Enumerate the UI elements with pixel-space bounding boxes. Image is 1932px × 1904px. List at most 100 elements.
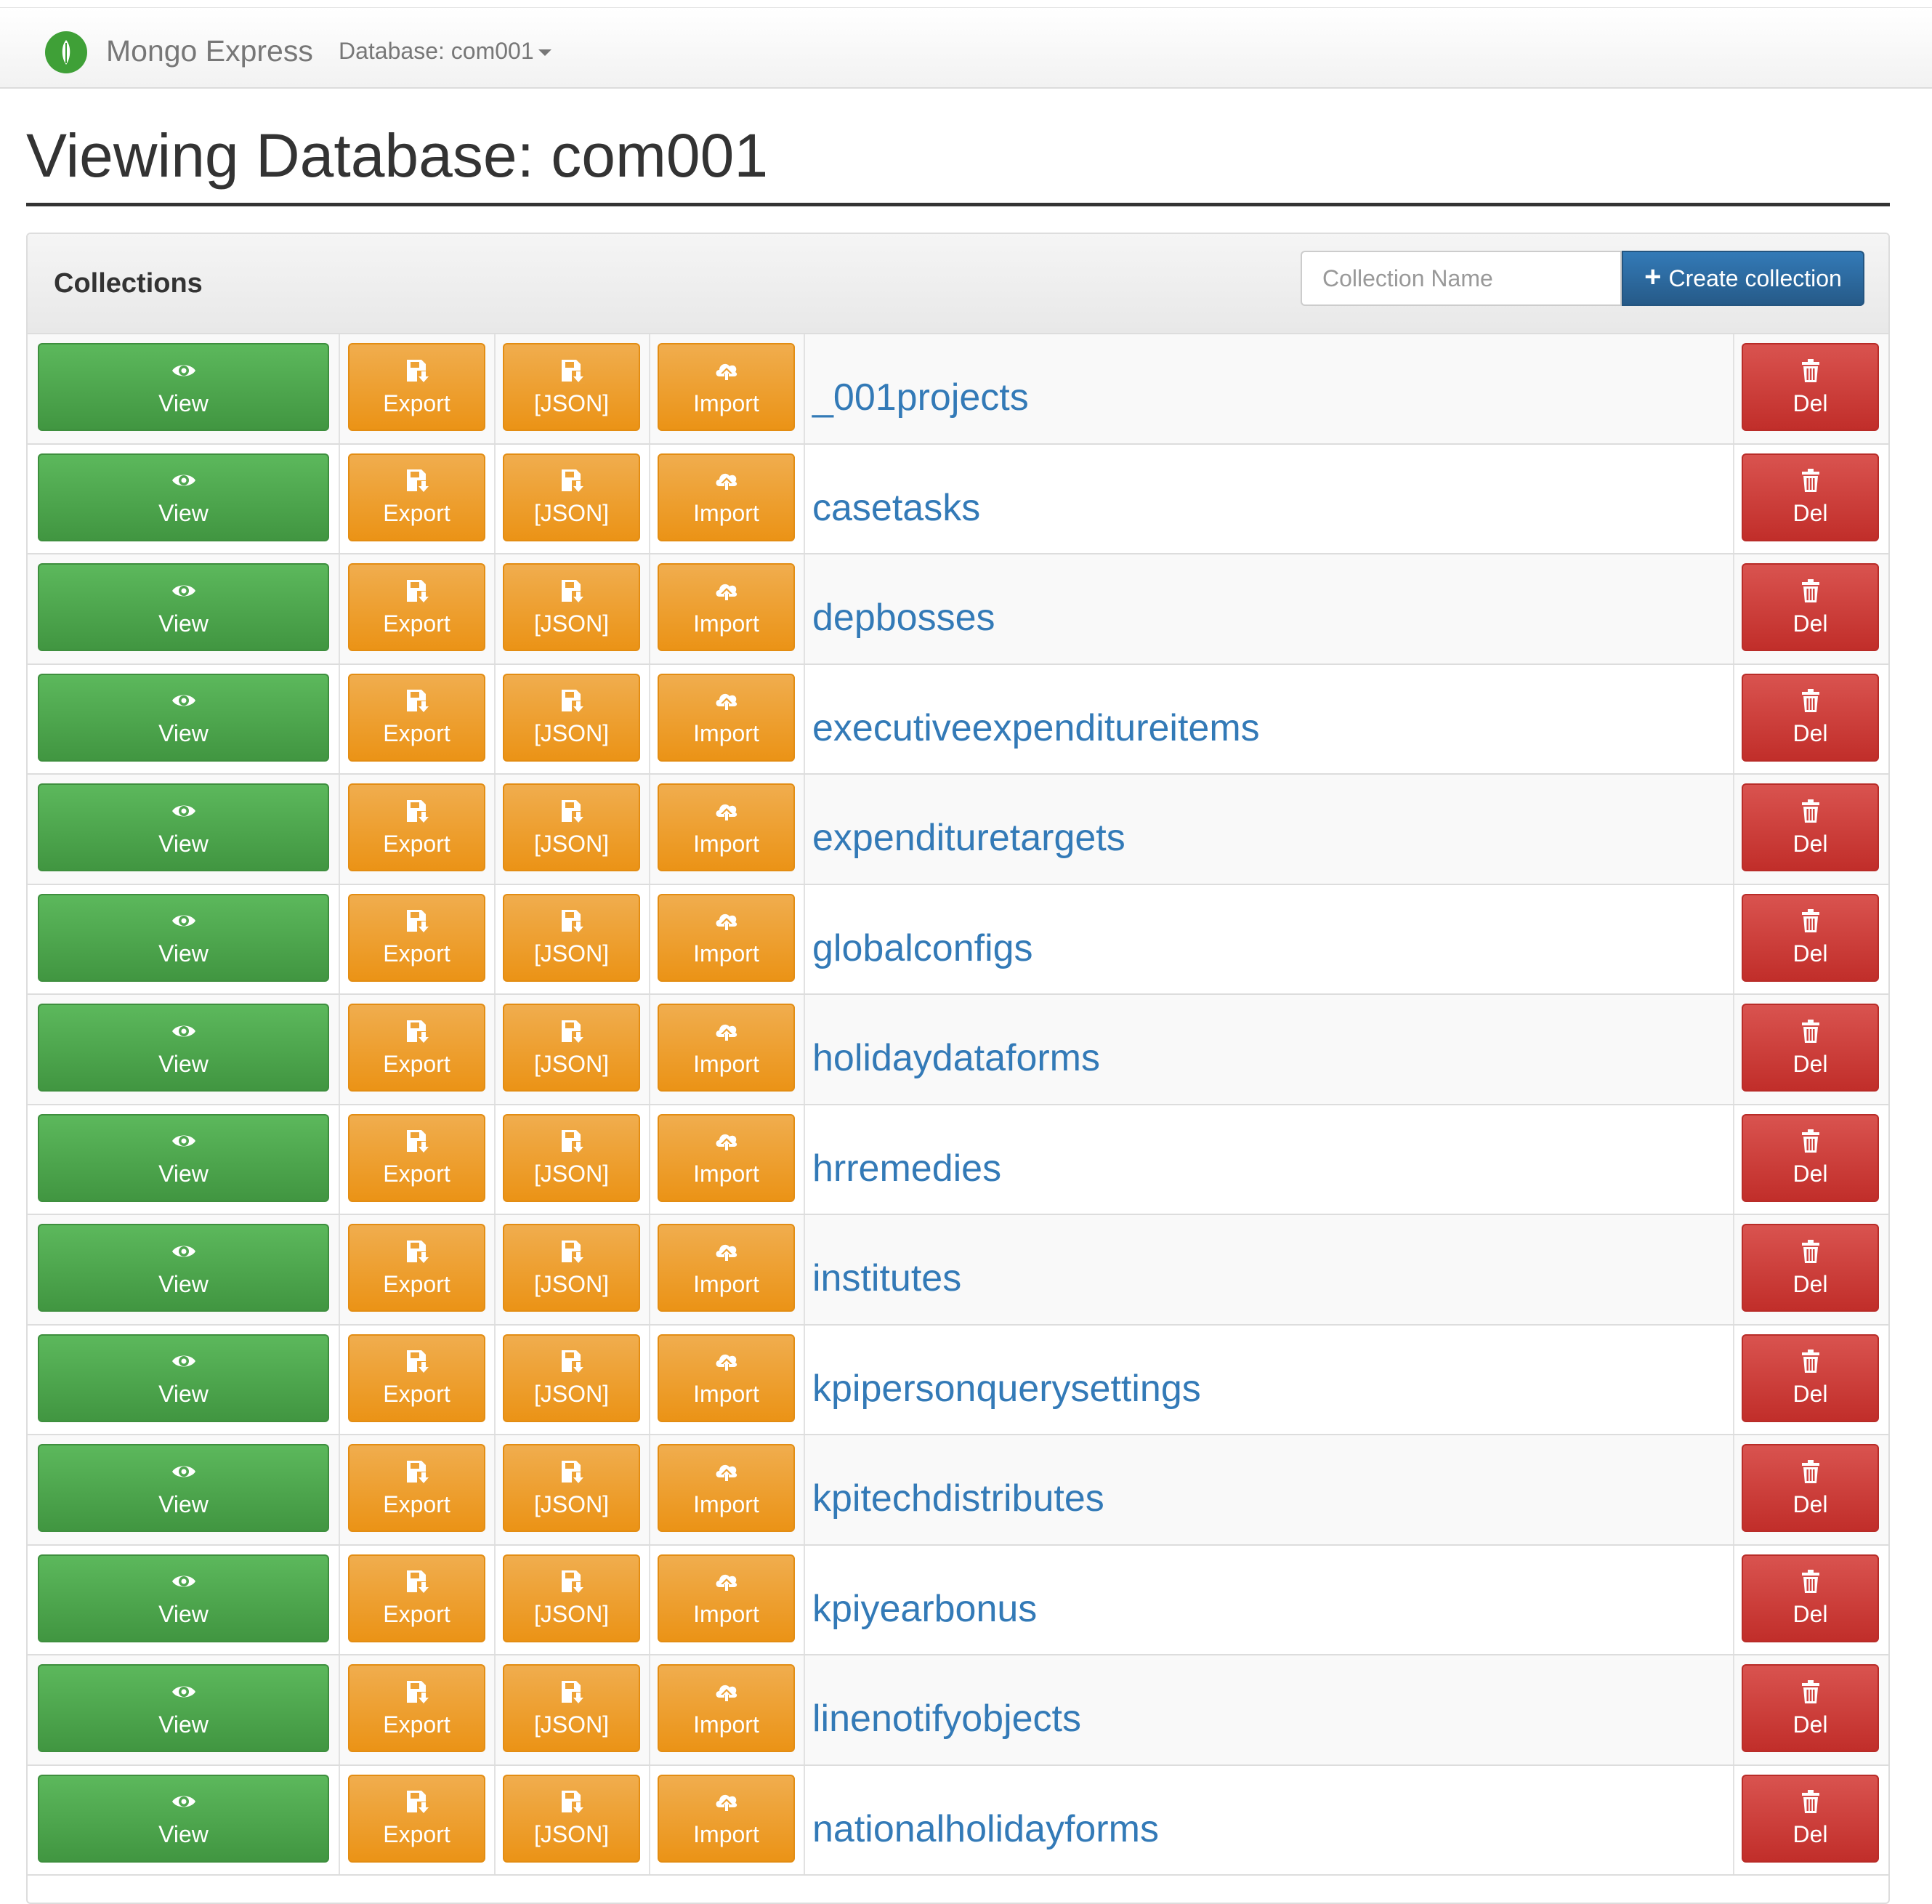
export-json-button[interactable]: [JSON]: [503, 343, 640, 431]
view-button[interactable]: View: [38, 673, 329, 762]
export-json-button[interactable]: [JSON]: [503, 673, 640, 762]
delete-button[interactable]: Del: [1742, 563, 1879, 651]
delete-button[interactable]: Del: [1742, 893, 1879, 982]
collection-name-link[interactable]: _001projects: [812, 374, 1029, 421]
view-button[interactable]: View: [38, 1224, 329, 1312]
collection-name-link[interactable]: globalconfigs: [812, 925, 1033, 972]
trash-icon: [1801, 1679, 1819, 1703]
create-collection-button[interactable]: + Create collection: [1622, 251, 1864, 306]
database-dropdown[interactable]: Database: com001: [339, 36, 551, 65]
collection-name-link[interactable]: casetasks: [812, 485, 980, 531]
export-json-button[interactable]: [JSON]: [503, 563, 640, 651]
collection-name-link[interactable]: institutes: [812, 1255, 961, 1302]
view-button[interactable]: View: [38, 893, 329, 982]
collection-name-link[interactable]: holidaydataforms: [812, 1035, 1100, 1081]
collection-name-link[interactable]: nationalholidayforms: [812, 1806, 1159, 1852]
export-json-button[interactable]: [JSON]: [503, 1554, 640, 1642]
export-json-button[interactable]: [JSON]: [503, 1334, 640, 1422]
export-button[interactable]: Export: [348, 1113, 485, 1202]
view-button[interactable]: View: [38, 1334, 329, 1422]
import-button[interactable]: Import: [658, 1444, 795, 1532]
view-button[interactable]: View: [38, 343, 329, 431]
column-divider: [804, 1545, 805, 1654]
delete-button[interactable]: Del: [1742, 1113, 1879, 1202]
import-button[interactable]: Import: [658, 1224, 795, 1312]
import-button[interactable]: Import: [658, 1334, 795, 1422]
export-button[interactable]: Export: [348, 673, 485, 762]
export-json-button[interactable]: [JSON]: [503, 1113, 640, 1202]
collection-name-link[interactable]: kpipersonquerysettings: [812, 1366, 1201, 1412]
brand-link[interactable]: Mongo Express: [106, 33, 313, 69]
collection-name-link[interactable]: depbosses: [812, 594, 995, 641]
save-download-icon: [406, 1570, 430, 1594]
import-button[interactable]: Import: [658, 1664, 795, 1752]
export-button[interactable]: Export: [348, 563, 485, 651]
export-button[interactable]: Export: [348, 453, 485, 541]
export-json-button[interactable]: [JSON]: [503, 1774, 640, 1863]
export-button[interactable]: Export: [348, 1224, 485, 1312]
export-button[interactable]: Export: [348, 1554, 485, 1642]
export-button[interactable]: Export: [348, 1444, 485, 1532]
export-button[interactable]: Export: [348, 343, 485, 431]
table-row: View Export [JSON]: [28, 1105, 1888, 1215]
delete-button[interactable]: Del: [1742, 673, 1879, 762]
import-button[interactable]: Import: [658, 1004, 795, 1092]
delete-button[interactable]: Del: [1742, 1224, 1879, 1312]
view-button[interactable]: View: [38, 1664, 329, 1752]
import-button[interactable]: Import: [658, 1554, 795, 1642]
view-button[interactable]: View: [38, 1554, 329, 1642]
delete-button[interactable]: Del: [1742, 1554, 1879, 1642]
import-label: Import: [693, 1711, 759, 1738]
import-button[interactable]: Import: [658, 893, 795, 982]
export-button[interactable]: Export: [348, 1664, 485, 1752]
delete-button[interactable]: Del: [1742, 453, 1879, 541]
delete-button[interactable]: Del: [1742, 783, 1879, 871]
export-label: Export: [383, 1161, 450, 1187]
del-label: Del: [1792, 1821, 1828, 1847]
export-json-button[interactable]: [JSON]: [503, 1224, 640, 1312]
export-json-button[interactable]: [JSON]: [503, 1444, 640, 1532]
import-button[interactable]: Import: [658, 563, 795, 651]
export-button[interactable]: Export: [348, 783, 485, 871]
delete-button[interactable]: Del: [1742, 1774, 1879, 1863]
delete-button[interactable]: Del: [1742, 1334, 1879, 1422]
import-button[interactable]: Import: [658, 453, 795, 541]
export-button[interactable]: Export: [348, 893, 485, 982]
view-button[interactable]: View: [38, 563, 329, 651]
import-button[interactable]: Import: [658, 1113, 795, 1202]
export-json-button[interactable]: [JSON]: [503, 1004, 640, 1092]
collection-name-link[interactable]: hrremedies: [812, 1145, 1001, 1192]
delete-button[interactable]: Del: [1742, 1664, 1879, 1752]
export-json-button[interactable]: [JSON]: [503, 453, 640, 541]
delete-button[interactable]: Del: [1742, 343, 1879, 431]
column-divider: [804, 884, 805, 993]
export-button[interactable]: Export: [348, 1004, 485, 1092]
import-button[interactable]: Import: [658, 1774, 795, 1863]
save-download-icon: [406, 469, 430, 493]
export-button[interactable]: Export: [348, 1334, 485, 1422]
view-button[interactable]: View: [38, 1444, 329, 1532]
view-button[interactable]: View: [38, 1004, 329, 1092]
delete-button[interactable]: Del: [1742, 1444, 1879, 1532]
export-label: Export: [383, 940, 450, 967]
collection-name-link[interactable]: executiveexpenditureitems: [812, 705, 1260, 751]
export-json-button[interactable]: [JSON]: [503, 783, 640, 871]
export-button[interactable]: Export: [348, 1774, 485, 1863]
view-button[interactable]: View: [38, 453, 329, 541]
eye-icon: [171, 1466, 195, 1477]
delete-button[interactable]: Del: [1742, 1004, 1879, 1092]
collection-name-link[interactable]: kpitechdistributes: [812, 1475, 1104, 1522]
collection-name-link[interactable]: kpiyearbonus: [812, 1586, 1037, 1632]
view-button[interactable]: View: [38, 1113, 329, 1202]
import-button[interactable]: Import: [658, 783, 795, 871]
collection-name-link[interactable]: expendituretargets: [812, 815, 1125, 861]
import-button[interactable]: Import: [658, 343, 795, 431]
view-button[interactable]: View: [38, 1774, 329, 1863]
collection-name-input[interactable]: [1301, 251, 1622, 306]
export-json-button[interactable]: [JSON]: [503, 1664, 640, 1752]
view-button[interactable]: View: [38, 783, 329, 871]
import-button[interactable]: Import: [658, 673, 795, 762]
export-json-button[interactable]: [JSON]: [503, 893, 640, 982]
collection-name-link[interactable]: linenotifyobjects: [812, 1695, 1081, 1742]
mongo-leaf-logo-icon[interactable]: [45, 31, 87, 73]
